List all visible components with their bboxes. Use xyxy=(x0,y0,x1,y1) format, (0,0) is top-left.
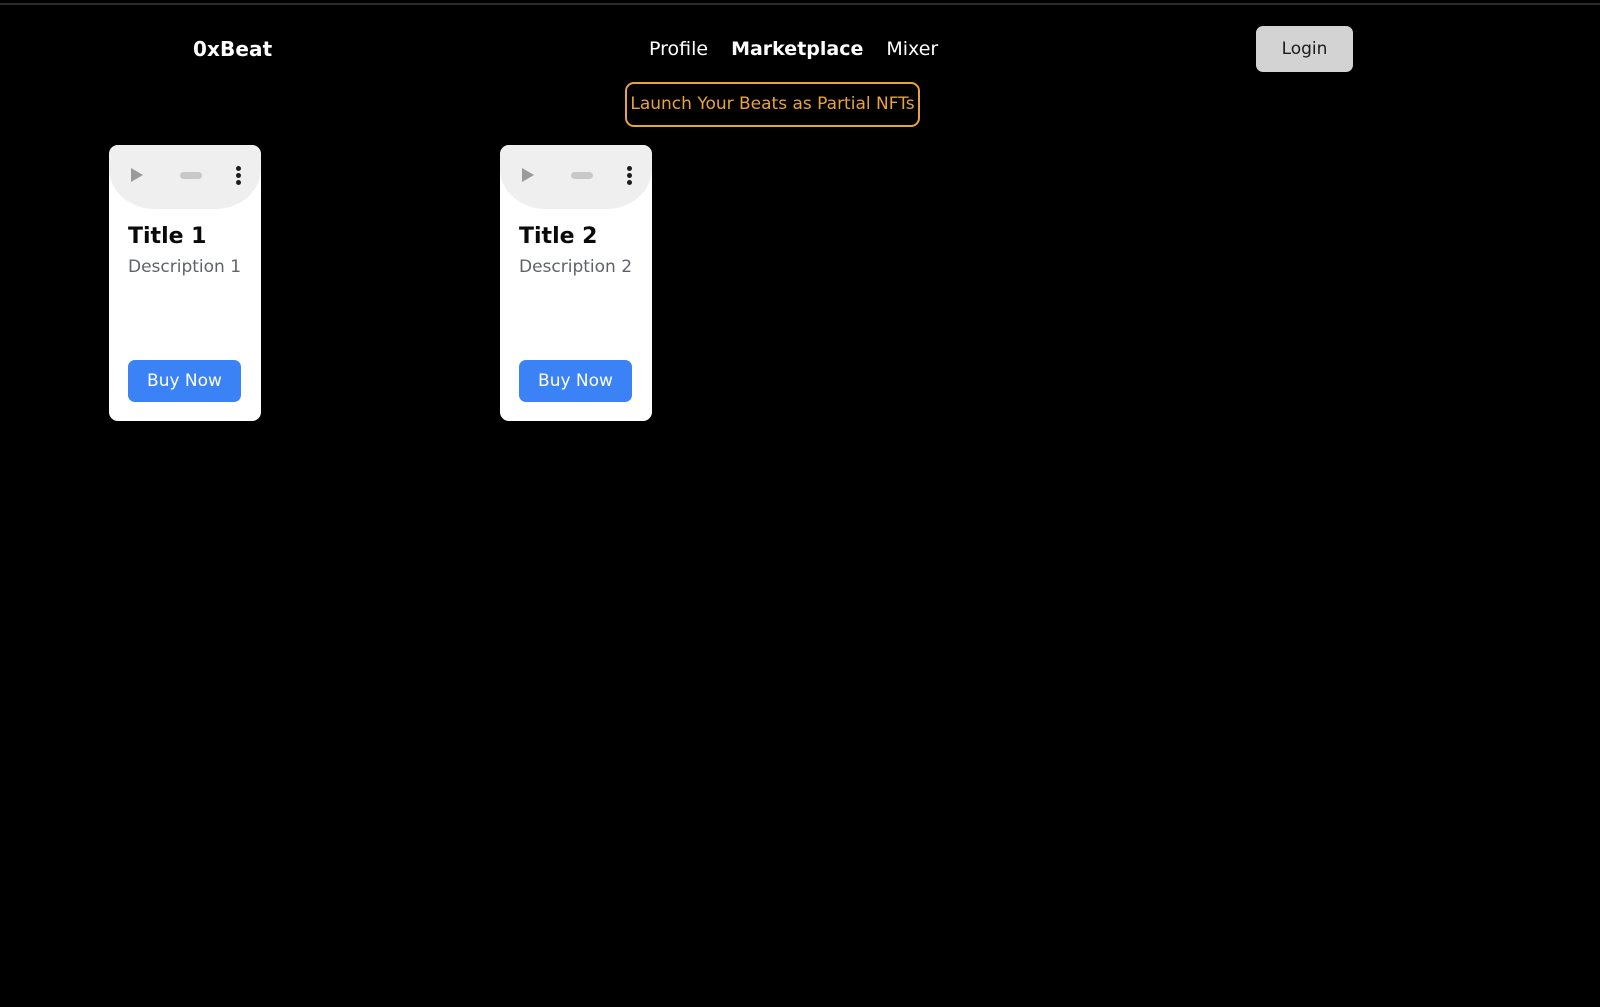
card-body: Title 2 Description 2 Buy Now xyxy=(500,209,652,421)
main-nav: Profile Marketplace Mixer xyxy=(649,36,938,62)
card-description: Description 2 xyxy=(519,257,633,277)
audio-player[interactable] xyxy=(109,145,261,209)
brand-logo[interactable]: 0xBeat xyxy=(193,37,272,61)
overflow-menu-icon[interactable] xyxy=(236,165,241,185)
nav-link-marketplace[interactable]: Marketplace xyxy=(731,36,863,62)
buy-now-button[interactable]: Buy Now xyxy=(128,360,241,402)
beat-card-grid: Title 1 Description 1 Buy Now Title 2 De… xyxy=(109,145,652,421)
overflow-menu-icon[interactable] xyxy=(627,165,632,185)
play-icon[interactable] xyxy=(522,168,534,182)
card-description: Description 1 xyxy=(128,257,242,277)
card-title: Title 2 xyxy=(519,224,598,249)
viewport-top-rule xyxy=(0,3,1600,5)
timeline-scrubber-icon[interactable] xyxy=(179,171,202,179)
beat-card: Title 1 Description 1 Buy Now xyxy=(109,145,261,421)
audio-player[interactable] xyxy=(500,145,652,209)
login-button[interactable]: Login xyxy=(1256,26,1353,72)
card-body: Title 1 Description 1 Buy Now xyxy=(109,209,261,421)
play-icon[interactable] xyxy=(131,168,143,182)
buy-now-button[interactable]: Buy Now xyxy=(519,360,632,402)
launch-nfts-cta-button[interactable]: Launch Your Beats as Partial NFTs xyxy=(625,82,920,127)
card-title: Title 1 xyxy=(128,224,207,249)
nav-link-profile[interactable]: Profile xyxy=(649,36,708,62)
timeline-scrubber-icon[interactable] xyxy=(570,171,593,179)
beat-card: Title 2 Description 2 Buy Now xyxy=(500,145,652,421)
site-header: 0xBeat Profile Marketplace Mixer Login xyxy=(0,8,1600,76)
nav-link-mixer[interactable]: Mixer xyxy=(886,36,938,62)
